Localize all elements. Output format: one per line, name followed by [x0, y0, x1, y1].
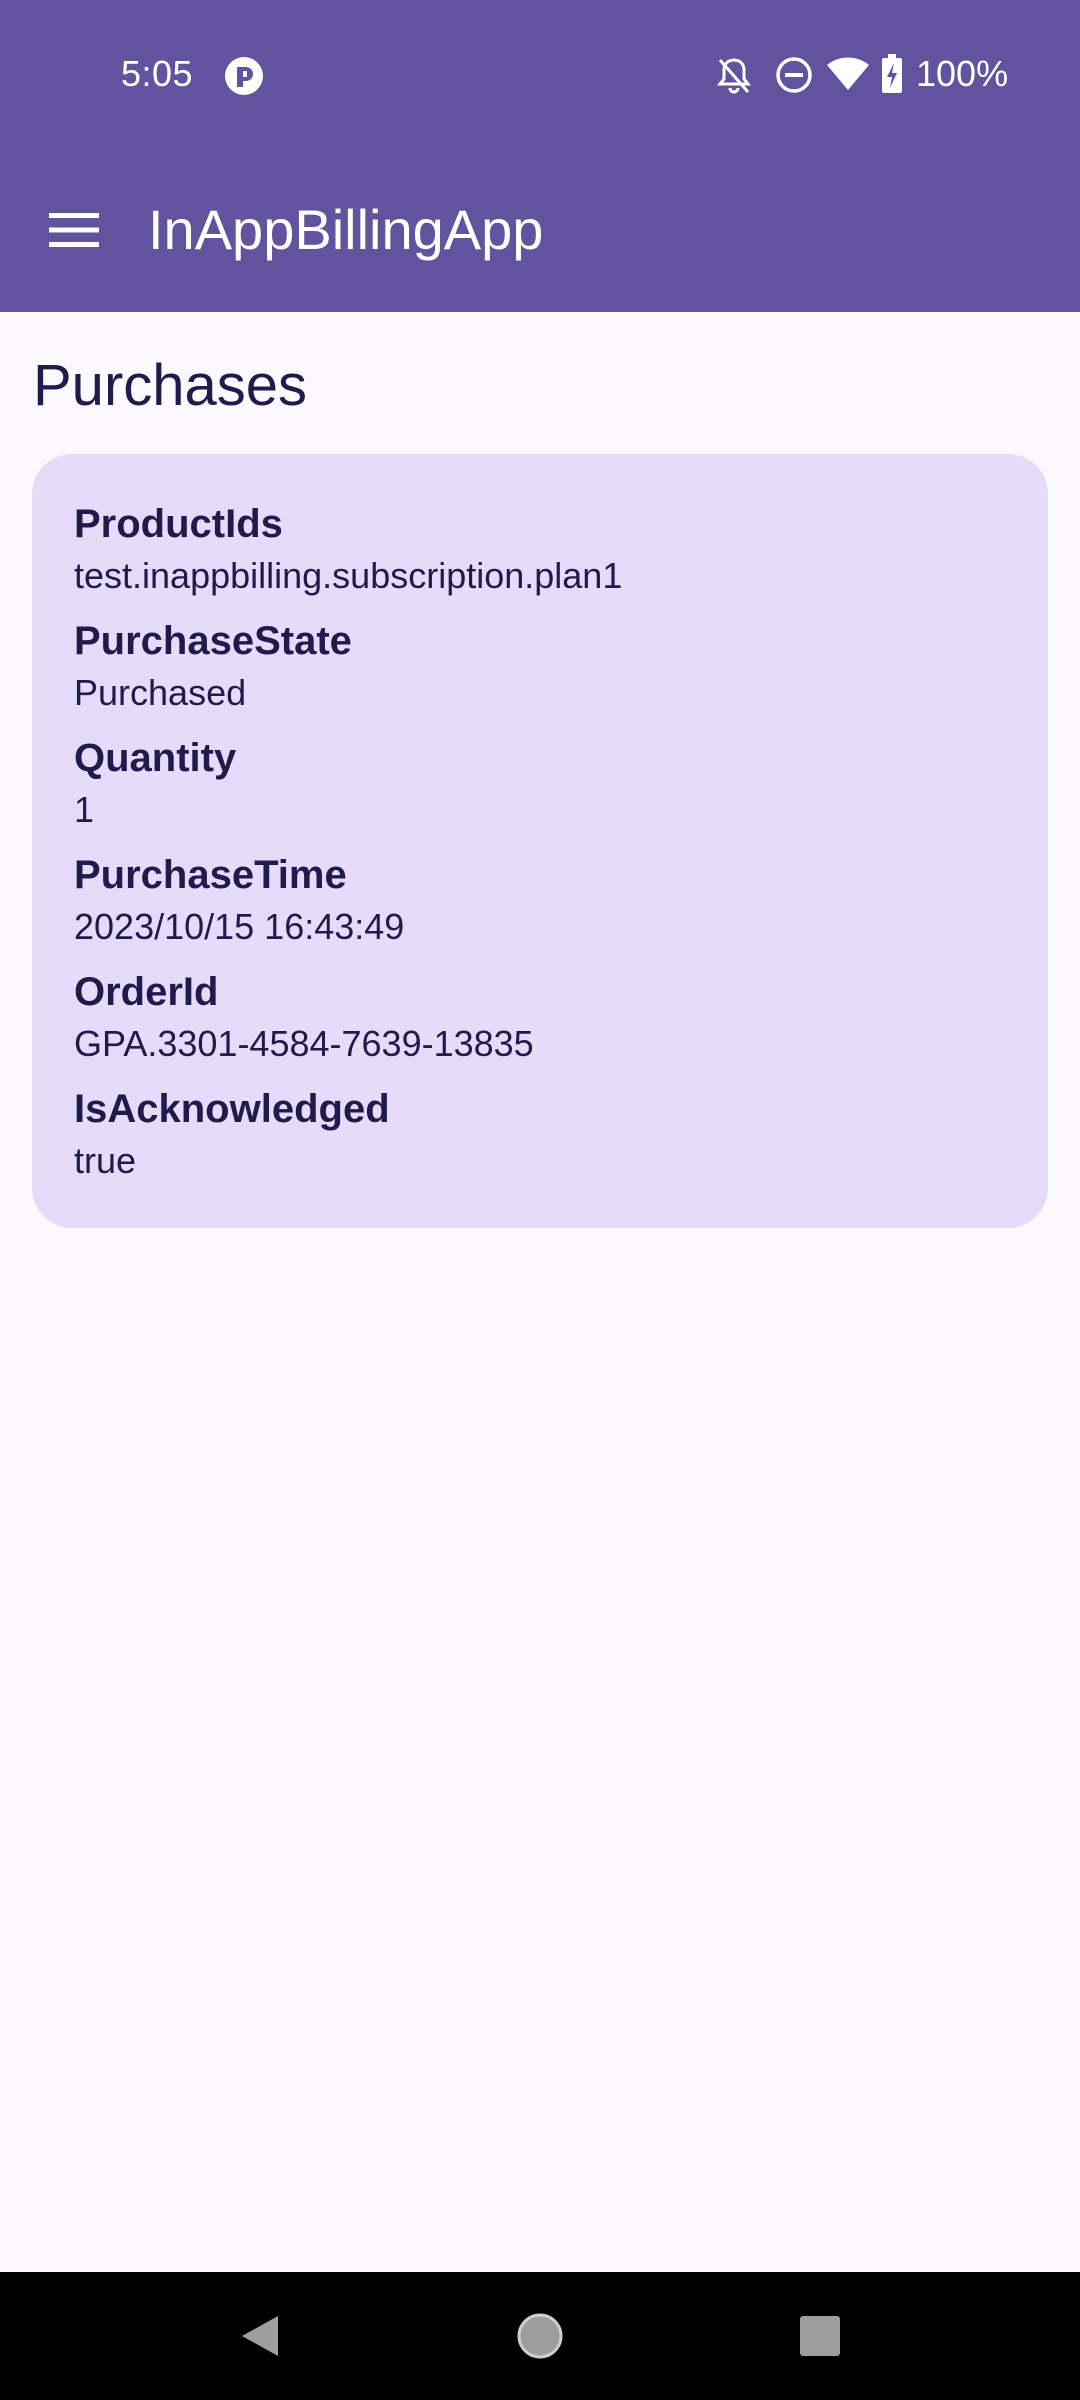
menu-icon	[49, 213, 99, 247]
page-title: Purchases	[33, 353, 308, 418]
field-label: PurchaseTime	[74, 853, 347, 897]
app-bar: InAppBillingApp	[0, 148, 1080, 312]
field-value: true	[74, 1140, 137, 1181]
field-label: PurchaseState	[74, 619, 352, 663]
do-not-disturb-icon	[776, 57, 812, 93]
home-button[interactable]	[500, 2296, 580, 2376]
battery-charging-icon	[882, 54, 902, 93]
field-label: Quantity	[74, 736, 237, 780]
field-label: ProductIds	[74, 502, 283, 546]
home-icon	[517, 2313, 563, 2359]
field-value: test.inappbilling.subscription.plan1	[74, 555, 623, 596]
wifi-icon	[827, 57, 869, 90]
field-purchase-state: PurchaseState Purchased	[74, 616, 352, 718]
purchase-card: ProductIds test.inappbilling.subscriptio…	[32, 454, 1048, 1228]
field-label: IsAcknowledged	[74, 1087, 390, 1131]
status-time: 5:05	[121, 53, 194, 94]
menu-button[interactable]	[36, 192, 112, 268]
field-value: GPA.3301-4584-7639-13835	[74, 1023, 534, 1064]
battery-percentage: 100%	[916, 53, 1009, 94]
field-value: 1	[74, 789, 95, 830]
notifications-off-icon	[716, 58, 752, 94]
field-value: Purchased	[74, 672, 247, 713]
field-quantity: Quantity 1	[74, 733, 236, 835]
back-button[interactable]	[220, 2296, 300, 2376]
recents-icon	[800, 2316, 840, 2356]
status-bar: 5:05 100%	[0, 0, 1080, 148]
field-purchase-time: PurchaseTime 2023/10/15 16:43:49	[74, 850, 404, 952]
field-is-acknowledged: IsAcknowledged true	[74, 1084, 390, 1186]
recents-button[interactable]	[780, 2296, 860, 2376]
app-notification-icon	[225, 57, 263, 95]
field-label: OrderId	[74, 970, 219, 1014]
screen: 5:05 100% InAppBillingApp Purchases Prod…	[0, 0, 1080, 2400]
field-order-id: OrderId GPA.3301-4584-7639-13835	[74, 967, 534, 1069]
app-title: InAppBillingApp	[148, 198, 544, 261]
field-value: 2023/10/15 16:43:49	[74, 906, 405, 947]
field-product-ids: ProductIds test.inappbilling.subscriptio…	[74, 499, 622, 601]
back-icon	[242, 2316, 278, 2356]
navigation-bar	[0, 2272, 1080, 2400]
